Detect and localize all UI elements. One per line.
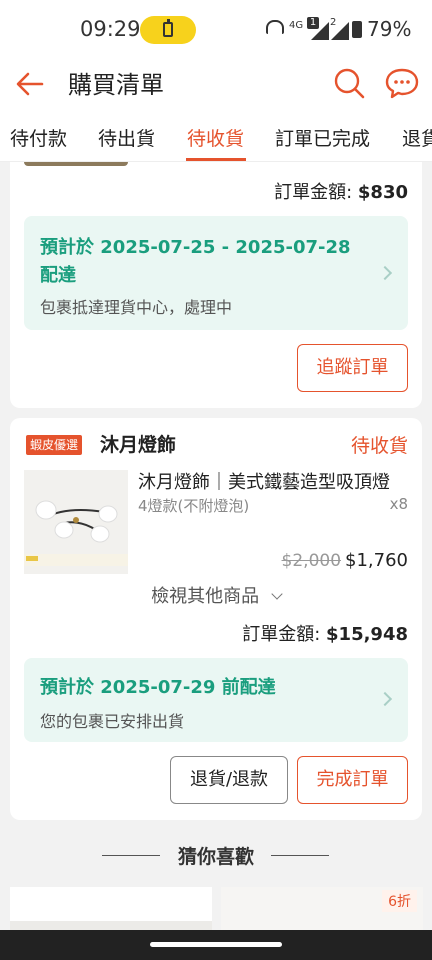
delivery-progress: 包裹抵達理貨中心，處理中 bbox=[40, 298, 233, 317]
delivery-estimate: 預計於 2025-07-29 前配達 bbox=[40, 677, 276, 698]
track-order-button[interactable]: 追蹤訂單 bbox=[297, 344, 408, 392]
current-price: $1,760 bbox=[345, 550, 408, 571]
order-total: 訂單金額: $15,948 bbox=[242, 620, 408, 646]
signal-icon-sim2 bbox=[331, 22, 349, 40]
back-arrow-icon[interactable] bbox=[14, 68, 46, 100]
preferred-seller-badge: 蝦皮優選 bbox=[26, 435, 83, 455]
recommendations-title: 猜你喜歡 bbox=[177, 846, 254, 868]
order-status-tabs: 待付款 待出貨 待收貨 訂單已完成 退貨 bbox=[0, 110, 432, 162]
ceiling-lamp-image bbox=[24, 470, 128, 574]
chevron-down-icon bbox=[271, 588, 283, 600]
signal-icon-sim1 bbox=[311, 22, 329, 40]
product-image[interactable] bbox=[24, 470, 128, 574]
home-gesture-handle[interactable] bbox=[150, 942, 282, 947]
divider bbox=[271, 855, 329, 856]
battery-icon bbox=[163, 19, 173, 37]
chevron-right-icon bbox=[377, 691, 393, 707]
system-navigation-bar bbox=[0, 930, 432, 960]
tab-completed[interactable]: 訂單已完成 bbox=[275, 124, 370, 151]
chat-icon[interactable] bbox=[384, 66, 420, 100]
page-title: 購買清單 bbox=[68, 71, 164, 99]
battery-percent: 79% bbox=[367, 17, 412, 41]
return-refund-button[interactable]: 退貨/退款 bbox=[170, 756, 288, 804]
product-price: $2,000 $1,760 bbox=[282, 550, 408, 571]
clock: 09:29 bbox=[80, 17, 141, 41]
tab-to-ship[interactable]: 待出貨 bbox=[98, 124, 155, 151]
order-status: 待收貨 bbox=[350, 435, 408, 457]
status-bar: 09:29 4G 1 2 79% bbox=[0, 0, 432, 58]
product-title[interactable]: 沐月燈飾｜美式鐵藝造型吸頂燈 bbox=[138, 468, 408, 494]
delivery-status-panel[interactable]: 預計於 2025-07-29 前配達 您的包裹已安排出貨 bbox=[24, 658, 408, 742]
search-icon[interactable] bbox=[332, 66, 366, 100]
order-total-value: $15,948 bbox=[326, 624, 408, 645]
tab-to-receive[interactable]: 待收貨 bbox=[187, 124, 244, 151]
view-other-items-label: 檢視其他商品 bbox=[151, 586, 260, 607]
complete-order-button[interactable]: 完成訂單 bbox=[297, 756, 408, 804]
order-card: 蝦皮優選 沐月燈飾 待收貨 沐月燈飾｜美式鐵藝造型吸頂燈 4燈款(不附燈泡) x… bbox=[10, 418, 422, 820]
delivery-status-panel[interactable]: 預計於 2025-07-25 - 2025-07-28 配達 包裹抵達理貨中心，… bbox=[24, 216, 408, 330]
battery-saver-indicator bbox=[140, 16, 196, 44]
tab-to-pay[interactable]: 待付款 bbox=[10, 124, 67, 151]
delivery-progress: 您的包裹已安排出貨 bbox=[40, 712, 185, 731]
order-total: 訂單金額: $830 bbox=[274, 178, 408, 204]
order-total-label: 訂單金額: bbox=[274, 182, 358, 203]
order-total-label: 訂單金額: bbox=[242, 624, 327, 645]
active-tab-indicator bbox=[186, 158, 246, 161]
original-price: $2,000 bbox=[281, 551, 342, 571]
battery-level-icon bbox=[352, 21, 362, 38]
app-header: 購買清單 bbox=[0, 58, 432, 110]
wifi-calling-icon bbox=[266, 20, 284, 34]
view-other-items[interactable]: 檢視其他商品 bbox=[10, 582, 422, 608]
tab-returns[interactable]: 退貨 bbox=[402, 124, 432, 151]
order-total-value: $830 bbox=[357, 182, 408, 203]
product-variant: 4燈款(不附燈泡) bbox=[138, 497, 250, 515]
network-type: 4G bbox=[289, 20, 304, 31]
chevron-right-icon bbox=[377, 265, 393, 281]
shop-name[interactable]: 沐月燈飾 bbox=[100, 430, 176, 457]
delivery-estimate: 預計於 2025-07-25 - 2025-07-28 配達 bbox=[40, 237, 351, 286]
order-card: 訂單金額: $830 預計於 2025-07-25 - 2025-07-28 配… bbox=[10, 162, 422, 408]
product-quantity: x8 bbox=[389, 495, 408, 513]
recommendations-header: 猜你喜歡 bbox=[0, 840, 432, 870]
discount-tag: 6折 bbox=[382, 890, 417, 912]
product-thumbnail-partial bbox=[24, 162, 128, 166]
